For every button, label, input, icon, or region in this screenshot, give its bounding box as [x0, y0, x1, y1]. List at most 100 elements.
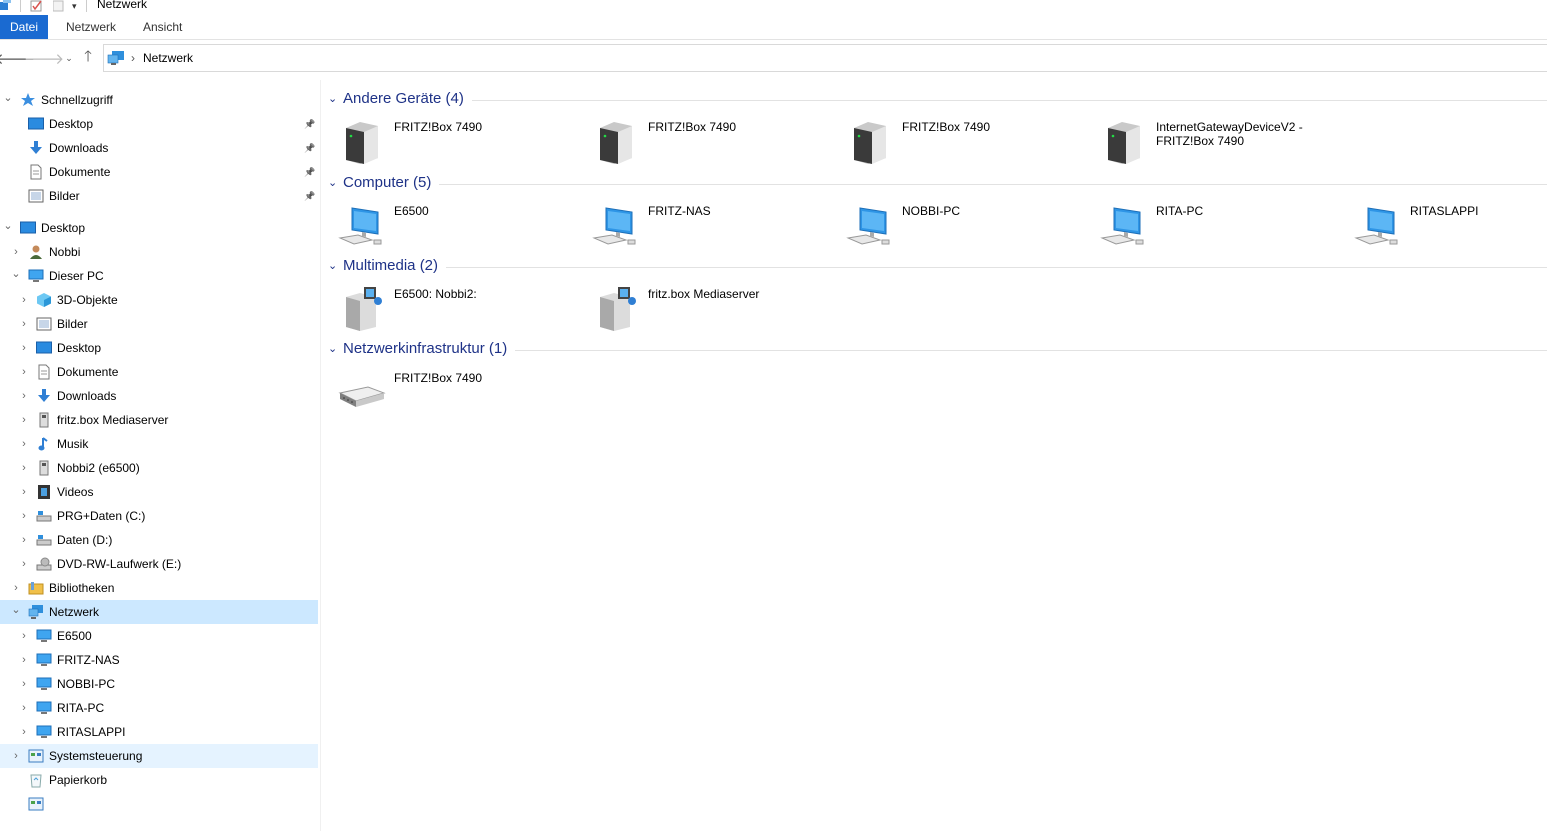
nav-item-bilder[interactable]: › Bilder	[0, 312, 318, 336]
network-item-tile[interactable]: RITASLAPPI	[1338, 202, 1547, 262]
collapse-chevron-icon[interactable]: ⌄	[10, 267, 22, 280]
nav-item-videos[interactable]: › Videos	[0, 480, 318, 504]
nav-item-nobbi2-e6500[interactable]: › Nobbi2 (e6500)	[0, 456, 318, 480]
tab-datei[interactable]: Datei	[0, 15, 49, 39]
nav-item-desktop[interactable]: Desktop 📌	[0, 112, 318, 136]
nav-item-prg-daten-c[interactable]: › PRG+Daten (C:)	[0, 504, 318, 528]
expand-chevron-icon[interactable]: ›	[18, 414, 30, 426]
forward-arrow-icon[interactable]: 🡒	[24, 50, 64, 68]
media-server-icon	[36, 412, 52, 428]
collapse-chevron-icon[interactable]: ⌄	[2, 219, 14, 232]
nav-item-fritz-nas[interactable]: › FRITZ-NAS	[0, 648, 318, 672]
collapse-group-chevron-icon[interactable]: ⌄	[328, 342, 337, 355]
expand-chevron-icon[interactable]: ›	[18, 366, 30, 378]
desktop-icon	[36, 340, 52, 356]
tab-netzwerk[interactable]: Netzwerk	[56, 15, 126, 39]
expand-chevron-icon[interactable]: ›	[10, 246, 22, 258]
pin-icon[interactable]: 📌	[304, 167, 315, 178]
group-header[interactable]: ⌄ Andere Geräte (4)	[322, 90, 1547, 110]
nav-item-musik[interactable]: › Musik	[0, 432, 318, 456]
group-header[interactable]: ⌄ Netzwerkinfrastruktur (1)	[322, 340, 1547, 360]
network-item-tile[interactable]: fritz.box Mediaserver	[576, 285, 826, 345]
pane-divider[interactable]	[320, 80, 321, 831]
tab-ansicht[interactable]: Ansicht	[133, 15, 192, 39]
nav-item-rita-pc[interactable]: › RITA-PC	[0, 696, 318, 720]
recent-locations-chevron-icon[interactable]: ⌄	[61, 50, 77, 66]
nav-item-netzwerk[interactable]: ⌄ Netzwerk	[0, 600, 318, 624]
nav-item-unnamed[interactable]	[0, 792, 318, 816]
breadcrumb-netzwerk[interactable]: Netzwerk	[143, 51, 193, 65]
nav-item-systemsteuerung[interactable]: › Systemsteuerung	[0, 744, 318, 768]
checkbox-icon[interactable]	[30, 0, 43, 12]
expand-chevron-icon[interactable]: ›	[18, 438, 30, 450]
group-title: Computer (5)	[343, 174, 432, 191]
nav-item-label: Netzwerk	[49, 605, 100, 619]
pin-icon[interactable]: 📌	[304, 191, 315, 202]
pin-icon[interactable]: 📌	[304, 119, 315, 130]
expand-chevron-icon[interactable]: ›	[18, 462, 30, 474]
network-item-tile[interactable]: E6500	[322, 202, 572, 262]
customize-toolbar-icon[interactable]: ▾	[72, 0, 77, 12]
nav-item-downloads[interactable]: Downloads 📌	[0, 136, 318, 160]
network-item-tile[interactable]: RITA-PC	[1084, 202, 1334, 262]
collapse-group-chevron-icon[interactable]: ⌄	[328, 92, 337, 105]
nav-item-downloads[interactable]: › Downloads	[0, 384, 318, 408]
nav-item-dvd-rw-laufwerk-e[interactable]: › DVD-RW-Laufwerk (E:)	[0, 552, 318, 576]
nav-item-dokumente[interactable]: › Dokumente	[0, 360, 318, 384]
expand-chevron-icon[interactable]: ›	[10, 750, 22, 762]
expand-chevron-icon[interactable]: ›	[18, 726, 30, 738]
expand-chevron-icon[interactable]: ›	[18, 510, 30, 522]
nav-item-papierkorb[interactable]: Papierkorb	[0, 768, 318, 792]
back-arrow-icon[interactable]: 🡐	[0, 50, 35, 68]
nav-item-fritz-box-mediaserver[interactable]: › fritz.box Mediaserver	[0, 408, 318, 432]
new-folder-icon[interactable]	[53, 0, 65, 12]
nav-item-label: Dokumente	[49, 165, 111, 179]
nav-item-bilder[interactable]: Bilder 📌	[0, 184, 318, 208]
expand-chevron-icon[interactable]: ›	[18, 390, 30, 402]
collapse-chevron-icon[interactable]: ⌄	[2, 91, 14, 104]
expand-chevron-icon[interactable]: ›	[18, 294, 30, 306]
expand-chevron-icon[interactable]: ›	[18, 318, 30, 330]
nav-item-3d-objekte[interactable]: › 3D-Objekte	[0, 288, 318, 312]
collapse-group-chevron-icon[interactable]: ⌄	[328, 259, 337, 272]
nav-item-dieser-pc[interactable]: ⌄ Dieser PC	[0, 264, 318, 288]
tile-label: FRITZ-NAS	[648, 204, 711, 218]
expand-chevron-icon[interactable]: ›	[18, 486, 30, 498]
address-bar[interactable]: › Netzwerk	[103, 44, 1547, 72]
expand-chevron-icon[interactable]: ›	[18, 702, 30, 714]
collapse-group-chevron-icon[interactable]: ⌄	[328, 176, 337, 189]
properties-icon[interactable]	[0, 0, 12, 12]
nav-item-nobbi[interactable]: › Nobbi	[0, 240, 318, 264]
network-item-tile[interactable]: E6500: Nobbi2:	[322, 285, 572, 345]
expand-chevron-icon[interactable]: ›	[18, 630, 30, 642]
nav-item-desktop[interactable]: › Desktop	[0, 336, 318, 360]
network-item-tile[interactable]: FRITZ!Box 7490	[322, 369, 572, 429]
expand-chevron-icon[interactable]: ›	[18, 534, 30, 546]
expand-chevron-icon[interactable]: ›	[10, 582, 22, 594]
collapse-chevron-icon[interactable]: ⌄	[10, 603, 22, 616]
expand-chevron-icon[interactable]: ›	[18, 654, 30, 666]
nav-item-schnellzugriff[interactable]: ⌄ Schnellzugriff	[0, 88, 318, 112]
nav-item-dokumente[interactable]: Dokumente 📌	[0, 160, 318, 184]
expand-chevron-icon[interactable]: ›	[18, 678, 30, 690]
network-item-tile[interactable]: InternetGatewayDeviceV2 - FRITZ!Box 7490	[1084, 118, 1334, 178]
media-device-icon	[592, 285, 640, 333]
group-header[interactable]: ⌄ Multimedia (2)	[322, 257, 1547, 277]
nav-item-desktop[interactable]: ⌄ Desktop	[0, 216, 318, 240]
nav-item-bibliotheken[interactable]: › Bibliotheken	[0, 576, 318, 600]
nav-item-e6500[interactable]: › E6500	[0, 624, 318, 648]
group-header[interactable]: ⌄ Computer (5)	[322, 174, 1547, 194]
network-item-tile[interactable]: FRITZ!Box 7490	[830, 118, 1080, 178]
expand-chevron-icon[interactable]: ›	[18, 342, 30, 354]
network-item-tile[interactable]: FRITZ-NAS	[576, 202, 826, 262]
nav-item-ritaslappi[interactable]: › RITASLAPPI	[0, 720, 318, 744]
pin-icon[interactable]: 📌	[304, 143, 315, 154]
network-item-tile[interactable]: FRITZ!Box 7490	[322, 118, 572, 178]
up-arrow-icon[interactable]: 🡑	[80, 48, 96, 66]
download-icon	[28, 140, 44, 156]
nav-item-nobbi-pc[interactable]: › NOBBI-PC	[0, 672, 318, 696]
nav-item-daten-d[interactable]: › Daten (D:)	[0, 528, 318, 552]
network-item-tile[interactable]: NOBBI-PC	[830, 202, 1080, 262]
expand-chevron-icon[interactable]: ›	[18, 558, 30, 570]
network-item-tile[interactable]: FRITZ!Box 7490	[576, 118, 826, 178]
